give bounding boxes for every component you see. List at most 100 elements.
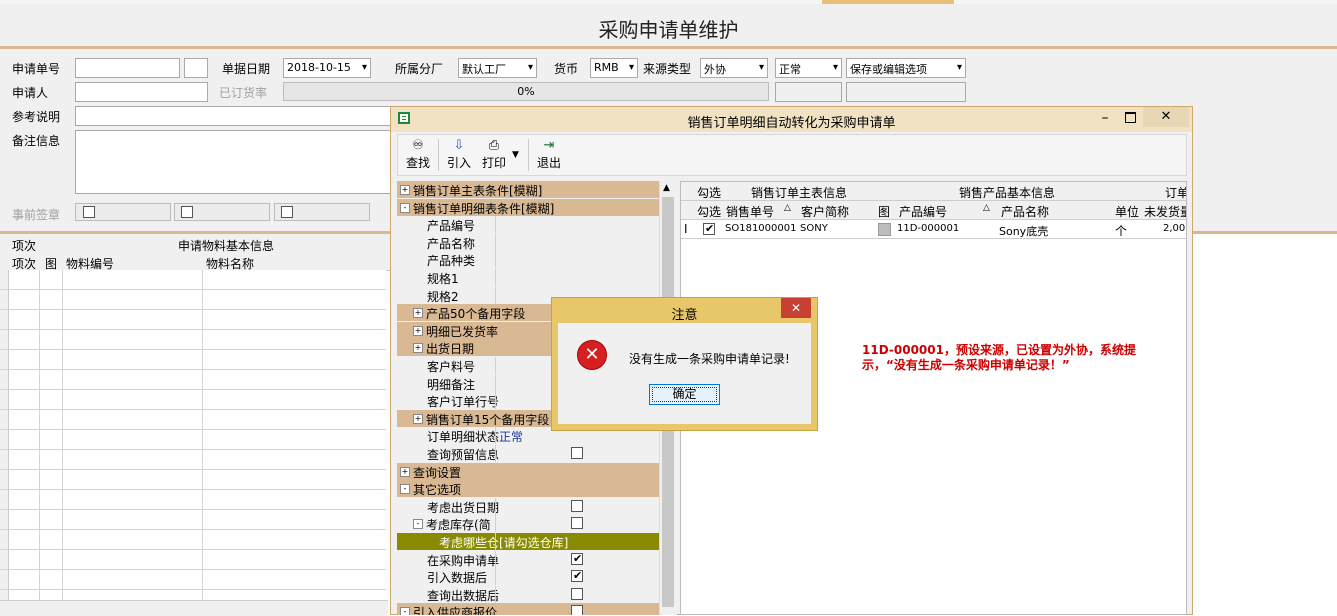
row-selector[interactable]: [0, 590, 9, 600]
list-item[interactable]: [0, 430, 386, 450]
list-item[interactable]: [0, 310, 386, 330]
list-item[interactable]: [0, 530, 386, 550]
find-button[interactable]: ♾ 查找: [403, 138, 433, 174]
request-no-input[interactable]: [75, 58, 180, 78]
row-selector[interactable]: [0, 270, 9, 289]
row-selector[interactable]: [0, 490, 9, 509]
result-col-customer[interactable]: 客户简称: [801, 203, 849, 220]
result-col-product-code[interactable]: 产品编号: [899, 203, 947, 220]
list-item[interactable]: [0, 290, 386, 310]
presign-box-3[interactable]: [274, 203, 370, 221]
row-selector[interactable]: [0, 550, 9, 569]
row-selector[interactable]: [0, 530, 9, 549]
result-col-check[interactable]: 勾选: [697, 203, 721, 220]
branch-select[interactable]: 默认工厂 ▾: [458, 58, 537, 78]
expand-icon[interactable]: +: [413, 308, 423, 319]
row-selector[interactable]: [0, 330, 9, 349]
status-select[interactable]: 正常 ▾: [775, 58, 842, 78]
date-picker[interactable]: 2018-10-15 ▾: [283, 58, 371, 78]
row-selector[interactable]: [0, 390, 9, 409]
list-item[interactable]: [0, 330, 386, 350]
list-item[interactable]: [0, 590, 386, 600]
exit-button[interactable]: ⇥ 退出: [534, 138, 564, 174]
tree-node-checkbox[interactable]: [571, 552, 583, 565]
currency-select[interactable]: RMB ▾: [590, 58, 638, 78]
table-row[interactable]: I SO181000001 SONY 11D-000001 Sony底壳 个 2…: [681, 220, 1186, 239]
row-selector[interactable]: [0, 410, 9, 429]
tree-node[interactable]: - 引入供应商报价: [397, 603, 659, 615]
remark-textarea[interactable]: [75, 130, 395, 194]
expand-icon[interactable]: +: [413, 325, 423, 336]
source-type-select[interactable]: 外协 ▾: [700, 58, 768, 78]
expand-icon[interactable]: +: [413, 343, 423, 354]
expand-icon[interactable]: +: [413, 413, 423, 424]
collapse-icon[interactable]: -: [400, 607, 410, 615]
list-item[interactable]: [0, 410, 386, 430]
collapse-icon[interactable]: -: [413, 519, 423, 530]
expand-icon[interactable]: +: [400, 185, 410, 195]
tree-node[interactable]: - 考虑库存(简: [397, 515, 659, 533]
tree-node[interactable]: 查询出数据后: [397, 585, 659, 603]
applicant-input[interactable]: [75, 82, 208, 102]
result-col-unit[interactable]: 单位: [1115, 203, 1139, 220]
list-item[interactable]: [0, 510, 386, 530]
row-selector[interactable]: [0, 370, 9, 389]
list-item[interactable]: [0, 370, 386, 390]
save-option-select[interactable]: 保存或编辑选项 ▾: [846, 58, 966, 78]
print-dropdown-chevron-down-icon[interactable]: ▼: [512, 150, 519, 160]
tree-node-checkbox[interactable]: [571, 605, 583, 615]
scroll-up-icon[interactable]: ▲: [663, 183, 670, 193]
presign-box-2[interactable]: [174, 203, 270, 221]
result-col-order-no[interactable]: 销售单号: [726, 203, 774, 220]
material-grid-scrollbar[interactable]: [0, 600, 388, 616]
list-item[interactable]: [0, 390, 386, 410]
presign-box-1[interactable]: [75, 203, 171, 221]
result-col-qty[interactable]: 未发货量: [1144, 203, 1186, 220]
row-selector[interactable]: [0, 570, 9, 589]
result-col-product-name[interactable]: 产品名称: [1001, 203, 1049, 220]
tree-node-value[interactable]: [请勾选仓库]: [499, 534, 568, 551]
row-selector[interactable]: [0, 310, 9, 329]
row-selector[interactable]: [0, 430, 9, 449]
list-item[interactable]: [0, 550, 386, 570]
list-item[interactable]: [0, 350, 386, 370]
tree-node-checkbox[interactable]: [571, 587, 583, 600]
tree-node-checkbox[interactable]: [571, 517, 583, 530]
presign-checkbox-2[interactable]: [181, 206, 193, 218]
tree-node[interactable]: 考虑出货日期: [397, 497, 659, 515]
list-item[interactable]: [0, 270, 386, 290]
collapse-icon[interactable]: -: [400, 202, 410, 213]
tree-node-checkbox[interactable]: [571, 569, 583, 583]
ref-desc-input[interactable]: [75, 106, 395, 126]
sort-icon[interactable]: △: [784, 203, 791, 213]
row-selector[interactable]: [0, 350, 9, 369]
tree-node[interactable]: 在采购申请单: [397, 550, 659, 568]
tree-node[interactable]: 考虑哪些仓 [请勾选仓库]: [397, 533, 659, 550]
row-selector[interactable]: [0, 450, 9, 469]
result-col-pic[interactable]: 图: [878, 203, 890, 220]
expand-icon[interactable]: +: [400, 466, 410, 477]
row-selector[interactable]: [0, 290, 9, 309]
tree-node[interactable]: - 销售订单明细表条件[模糊]: [397, 198, 659, 216]
tree-node-value[interactable]: 正常: [499, 428, 523, 445]
maximize-icon[interactable]: [1125, 112, 1136, 123]
list-item[interactable]: [0, 450, 386, 470]
tree-node[interactable]: + 销售订单主表条件[模糊]: [397, 181, 659, 198]
alert-close-button[interactable]: ✕: [781, 298, 811, 318]
collapse-icon[interactable]: -: [400, 484, 410, 495]
tree-node[interactable]: 产品名称: [397, 233, 659, 251]
tree-node[interactable]: 产品种类: [397, 251, 659, 269]
row-checkbox[interactable]: [703, 222, 715, 235]
list-item[interactable]: [0, 570, 386, 590]
row-selector[interactable]: [0, 510, 9, 529]
alert-ok-button[interactable]: 确定: [649, 384, 720, 405]
tree-node[interactable]: + 查询设置: [397, 462, 659, 480]
presign-checkbox-1[interactable]: [83, 206, 95, 218]
request-no-aux-input[interactable]: [184, 58, 208, 78]
dialog-close-button[interactable]: ✕: [1143, 107, 1189, 127]
import-button[interactable]: ⇩ 引入: [444, 138, 474, 174]
presign-checkbox-3[interactable]: [281, 206, 293, 218]
tree-node[interactable]: 规格1: [397, 269, 659, 286]
row-selector[interactable]: [0, 470, 9, 489]
tree-node[interactable]: 查询预留信息: [397, 445, 659, 462]
